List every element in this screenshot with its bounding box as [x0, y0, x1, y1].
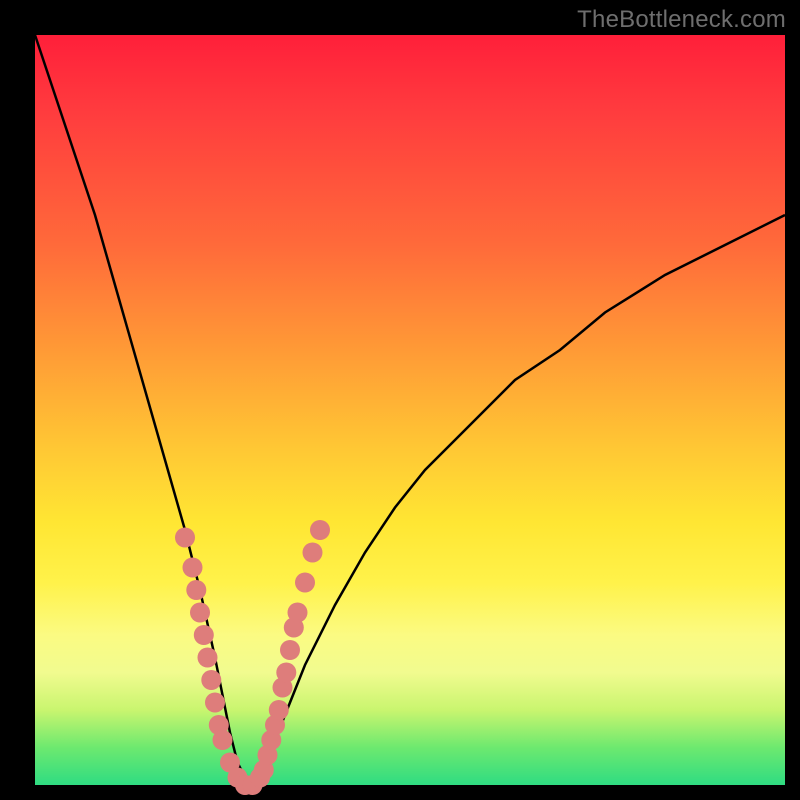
curve-marker	[303, 543, 323, 563]
curve-marker	[183, 558, 203, 578]
curve-svg	[35, 35, 785, 785]
curve-line-group	[35, 35, 785, 785]
curve-marker	[190, 603, 210, 623]
chart-frame: TheBottleneck.com	[0, 0, 800, 800]
curve-marker	[198, 648, 218, 668]
curve-marker	[276, 663, 296, 683]
curve-markers-group	[175, 520, 330, 795]
curve-marker	[295, 573, 315, 593]
bottleneck-curve	[35, 35, 785, 785]
curve-marker	[269, 700, 289, 720]
curve-marker	[310, 520, 330, 540]
plot-area	[35, 35, 785, 785]
curve-marker	[288, 603, 308, 623]
curve-marker	[194, 625, 214, 645]
curve-marker	[201, 670, 221, 690]
curve-marker	[186, 580, 206, 600]
watermark-text: TheBottleneck.com	[577, 6, 786, 34]
curve-marker	[280, 640, 300, 660]
curve-marker	[213, 730, 233, 750]
curve-marker	[205, 693, 225, 713]
curve-marker	[175, 528, 195, 548]
